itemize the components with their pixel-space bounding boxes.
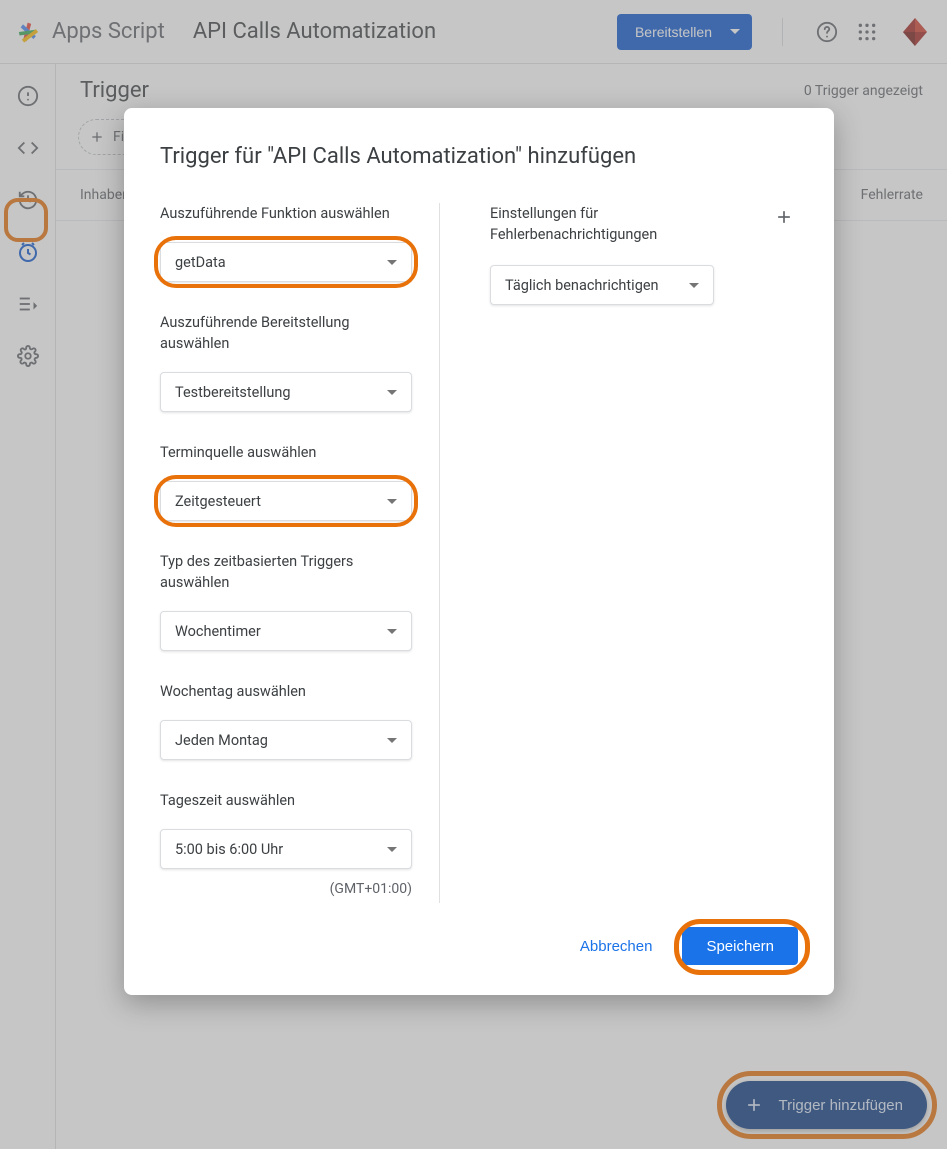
col-error-rate: Fehlerrate xyxy=(861,187,923,203)
add-trigger-dialog: Trigger für "API Calls Automatization" h… xyxy=(124,108,834,995)
fab-label: Trigger hinzufügen xyxy=(778,1097,903,1114)
nav-overview[interactable] xyxy=(10,78,46,114)
time-select[interactable]: 5:00 bis 6:00 Uhr xyxy=(160,829,412,869)
notify-label: Einstellungen für Fehlerbenachrichtigung… xyxy=(490,203,670,245)
plus-icon xyxy=(744,1095,764,1115)
weekday-select[interactable]: Jeden Montag xyxy=(160,720,412,760)
apps-grid-icon[interactable] xyxy=(855,20,879,44)
nav-editor[interactable] xyxy=(10,130,46,166)
event-source-label: Terminquelle auswählen xyxy=(160,442,405,463)
timer-type-select[interactable]: Wochentimer xyxy=(160,611,412,651)
nav-history[interactable] xyxy=(10,182,46,218)
topbar: Apps Script API Calls Automatization Ber… xyxy=(0,0,947,64)
chevron-down-icon xyxy=(387,260,397,265)
col-owner: Inhaber xyxy=(80,187,127,203)
left-rail xyxy=(0,64,56,1149)
nav-settings[interactable] xyxy=(10,338,46,374)
separator xyxy=(782,18,783,46)
chevron-down-icon xyxy=(387,629,397,634)
deployment-select[interactable]: Testbereitstellung xyxy=(160,372,412,412)
apps-script-logo xyxy=(16,18,44,46)
chevron-down-icon xyxy=(387,499,397,504)
dialog-actions: Abbrechen Speichern xyxy=(160,927,798,965)
weekday-value: Jeden Montag xyxy=(175,732,268,749)
deploy-label: Bereitstellen xyxy=(635,24,712,40)
account-avatar[interactable] xyxy=(899,16,931,48)
notify-value: Täglich benachrichtigen xyxy=(505,277,659,294)
deployment-value: Testbereitstellung xyxy=(175,384,291,401)
plus-icon xyxy=(774,207,794,227)
page-title: Trigger xyxy=(80,78,149,103)
function-label: Auszuführende Funktion auswählen xyxy=(160,203,405,224)
event-source-select[interactable]: Zeitgesteuert xyxy=(160,481,412,521)
timezone-label: (GMT+01:00) xyxy=(160,881,412,897)
timer-type-value: Wochentimer xyxy=(175,623,261,640)
function-value: getData xyxy=(175,254,226,271)
project-title[interactable]: API Calls Automatization xyxy=(193,19,617,44)
trigger-count: 0 Trigger angezeigt xyxy=(804,83,923,99)
cancel-button[interactable]: Abbrechen xyxy=(580,938,653,955)
deployment-label: Auszuführende Bereitstellung auswählen xyxy=(160,312,405,354)
help-icon[interactable] xyxy=(815,20,839,44)
nav-executions[interactable] xyxy=(10,286,46,322)
chevron-down-icon xyxy=(730,29,740,34)
chevron-down-icon xyxy=(387,390,397,395)
weekday-label: Wochentag auswählen xyxy=(160,681,405,702)
dialog-left-column: Auszuführende Funktion auswählen getData… xyxy=(160,203,440,903)
save-button[interactable]: Speichern xyxy=(682,927,798,965)
time-value: 5:00 bis 6:00 Uhr xyxy=(175,841,283,858)
chevron-down-icon xyxy=(387,738,397,743)
chevron-down-icon xyxy=(689,283,699,288)
event-source-value: Zeitgesteuert xyxy=(175,493,261,510)
notify-select[interactable]: Täglich benachrichtigen xyxy=(490,265,714,305)
plus-icon xyxy=(89,129,105,145)
add-trigger-fab[interactable]: Trigger hinzufügen xyxy=(726,1081,927,1129)
product-name: Apps Script xyxy=(52,19,165,44)
function-select[interactable]: getData xyxy=(160,242,412,282)
time-label: Tageszeit auswählen xyxy=(160,790,405,811)
dialog-title: Trigger für "API Calls Automatization" h… xyxy=(160,144,798,169)
dialog-right-column: Einstellungen für Fehlerbenachrichtigung… xyxy=(490,203,798,903)
deploy-button[interactable]: Bereitstellen xyxy=(617,14,752,50)
timer-type-label: Typ des zeitbasierten Triggers auswählen xyxy=(160,551,405,593)
nav-triggers[interactable] xyxy=(10,234,46,270)
chevron-down-icon xyxy=(387,847,397,852)
add-notification-button[interactable] xyxy=(770,203,798,231)
